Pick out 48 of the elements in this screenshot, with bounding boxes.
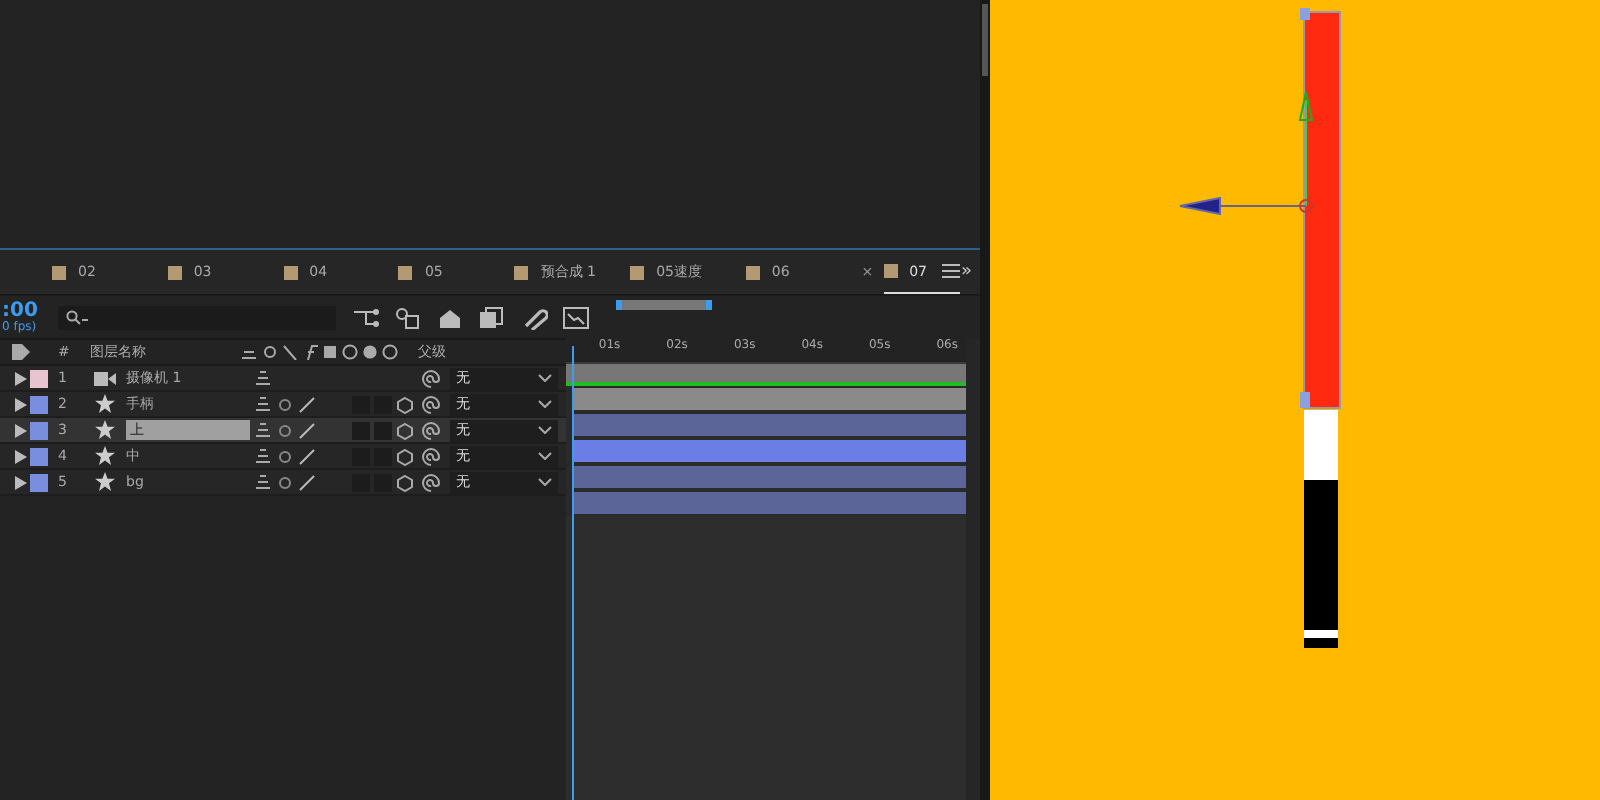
chevron-icon (538, 374, 552, 382)
paperclip-icon[interactable] (520, 305, 548, 329)
composition-icon (745, 265, 760, 279)
shy-switch-icon[interactable] (254, 448, 272, 464)
search-icon (66, 309, 90, 325)
menu-icon[interactable] (942, 264, 961, 278)
flowchart-icon[interactable] (352, 305, 380, 329)
composition-icon (167, 265, 182, 279)
chevron-icon (538, 426, 552, 434)
camera-icon (94, 371, 116, 385)
graph-editor-icon[interactable] (562, 305, 590, 329)
frame-blend-column-icon (322, 344, 338, 360)
frame-blending-icon[interactable] (478, 305, 506, 329)
composition-icon (630, 265, 645, 279)
label-color-swatch[interactable] (30, 421, 48, 439)
composition-icon (283, 265, 298, 279)
shy-switch-icon[interactable] (254, 370, 272, 386)
effect-column-icon (302, 344, 318, 360)
label-color-swatch[interactable] (30, 395, 48, 413)
star-icon (94, 420, 116, 440)
shy-icon[interactable] (436, 305, 464, 329)
shy-switch-icon[interactable] (254, 474, 272, 490)
chevron-icon (538, 400, 552, 408)
more-tabs-button[interactable]: » (960, 262, 972, 282)
composition-icon (514, 265, 529, 279)
quality-column-icon (282, 344, 298, 360)
draft-3d-icon[interactable] (394, 305, 422, 329)
3d-column-icon (382, 344, 398, 360)
search-field[interactable] (58, 305, 336, 329)
composition-icon (883, 264, 898, 278)
adjustment-column-icon (362, 344, 378, 360)
star-icon (94, 446, 116, 466)
shy-switch-icon[interactable] (254, 422, 272, 438)
scrollbar[interactable] (982, 4, 988, 76)
chevron-icon (538, 478, 552, 486)
label-color-swatch[interactable] (30, 473, 48, 491)
collapse-column-icon (262, 344, 278, 360)
chevron-icon (538, 452, 552, 460)
shy-switch-icon[interactable] (254, 396, 272, 412)
star-icon (94, 394, 116, 414)
label-color-swatch[interactable] (30, 369, 48, 387)
label-icon (12, 344, 30, 360)
timecode[interactable]: :00 (2, 301, 54, 321)
composition-icon (52, 265, 66, 279)
composition-icon (398, 265, 413, 279)
motion-blur-column-icon (342, 344, 358, 360)
star-icon (94, 472, 116, 492)
label-color-swatch[interactable] (30, 447, 48, 465)
